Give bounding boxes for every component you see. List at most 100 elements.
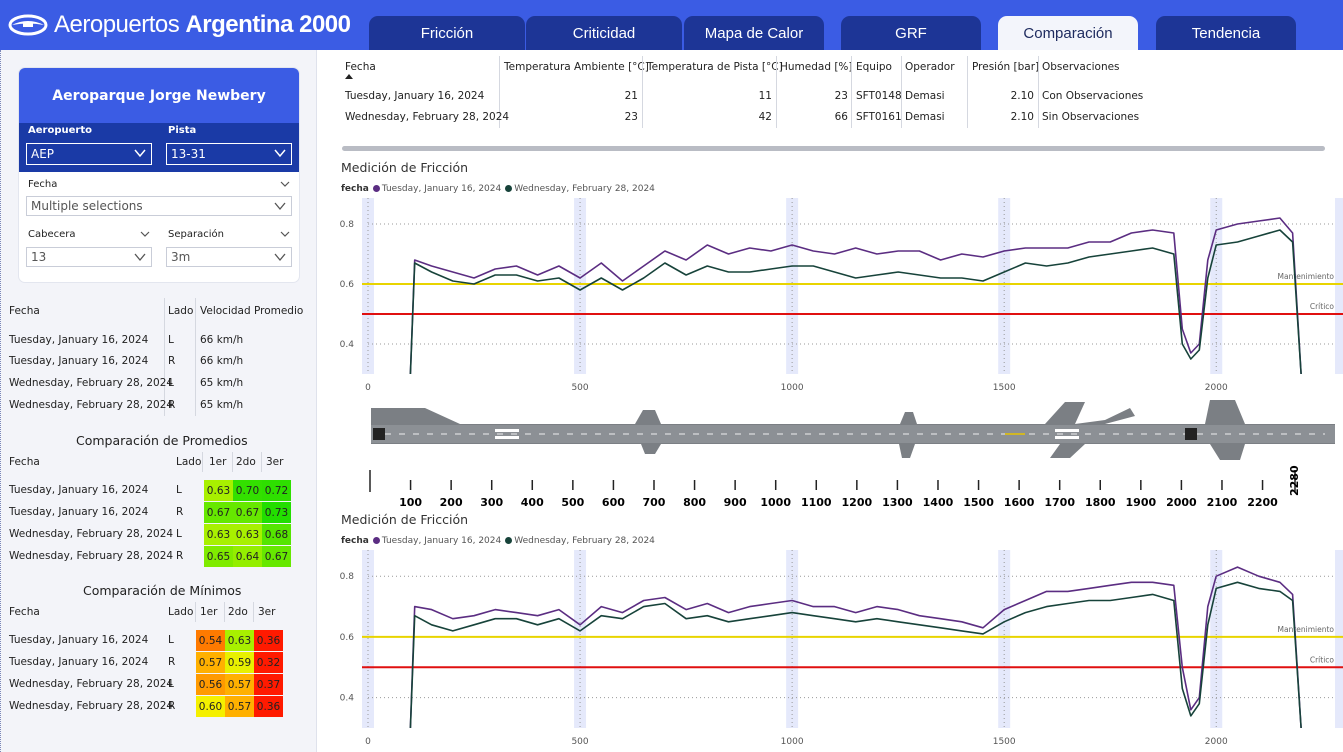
x-tick-label: 1500 — [993, 383, 1016, 393]
x-tick-label: 2000 — [1205, 737, 1228, 747]
cell-temp-pista: 11 — [758, 90, 772, 102]
cell-fecha: Wednesday, February 28, 2024 — [9, 678, 174, 690]
chevron-down-icon — [134, 149, 146, 158]
ruler-label: 1800 — [1085, 496, 1116, 509]
logo-text-bold: Argentina 2000 — [185, 11, 351, 38]
chart1-legend: fecha Tuesday, January 16, 2024 Wednesday,… — [341, 184, 655, 194]
heat-cell: 0.65 — [204, 546, 233, 567]
heat-cell: 0.67 — [204, 502, 233, 523]
cell-observaciones: Sin Observaciones — [1042, 111, 1140, 123]
logo-text-light: Aeropuertos — [54, 11, 180, 38]
col-humedad: Humedad [%] — [780, 61, 853, 73]
cell-lado: R — [176, 506, 184, 518]
y-tick-label: 0.8 — [340, 572, 355, 582]
cell-fecha: Tuesday, January 16, 2024 — [9, 484, 149, 496]
y-tick-label: 0.8 — [340, 220, 355, 230]
chart2-legend: fecha Tuesday, January 16, 2024 Wednesday,… — [341, 536, 655, 546]
ruler-label: 2000 — [1166, 496, 1197, 509]
legend-series-1: Tuesday, January 16, 2024 — [381, 536, 502, 546]
sort-ascending-icon[interactable] — [345, 74, 353, 79]
legend-dot — [372, 537, 380, 544]
ruler-label: 1900 — [1126, 496, 1157, 509]
filter-panel: Aeroparque Jorge Newbery Aeropuerto Pist… — [19, 68, 299, 282]
col-operador: Operador — [905, 61, 955, 73]
cell-fecha: Tuesday, January 16, 2024 — [9, 634, 149, 646]
horizontal-scrollbar[interactable] — [342, 146, 1325, 151]
tab-comparacion[interactable]: Comparación — [998, 16, 1138, 50]
ruler-label: 600 — [602, 496, 625, 509]
cell-equipo: SFT0161 — [856, 111, 902, 123]
col-3er: 3er — [258, 606, 276, 618]
tab-tendencia[interactable]: Tendencia — [1156, 16, 1296, 50]
col-lado: Lado — [168, 606, 194, 618]
ruler-label: 2200 — [1247, 496, 1278, 509]
friction-chart-1[interactable]: 0.4 0.6 0.8 0 500 1000 1500 2000 Mantenimiento Cr… — [335, 196, 1343, 398]
heat-cell: 0.70 — [233, 480, 262, 501]
separacion-select[interactable]: 3m — [166, 247, 292, 267]
chevron-down-icon[interactable] — [140, 230, 150, 238]
heat-cell: 0.57 — [196, 652, 225, 673]
cell-fecha: Tuesday, January 16, 2024 — [9, 334, 149, 346]
series-line — [409, 229, 1302, 375]
tab-criticidad[interactable]: Criticidad — [526, 16, 682, 50]
legend-dot — [505, 185, 513, 192]
cell-lado: L — [176, 484, 182, 496]
legend-title: fecha — [341, 184, 369, 194]
ruler-label: 1400 — [923, 496, 954, 509]
pista-label: Pista — [168, 125, 197, 136]
cabecera-select[interactable]: 13 — [26, 247, 152, 267]
y-tick-label: 0.6 — [340, 280, 355, 290]
promedios-title: Comparación de Promedios — [76, 433, 248, 448]
chevron-down-icon[interactable] — [280, 180, 290, 188]
fecha-select[interactable]: Multiple selections — [26, 196, 292, 216]
tab-label: Comparación — [1023, 24, 1113, 42]
col-equipo: Equipo — [856, 61, 892, 73]
cell-fecha: Wednesday, February 28, 2024 — [9, 399, 174, 411]
cell-humedad: 23 — [834, 90, 848, 102]
heat-cell: 0.59 — [225, 652, 254, 673]
chevron-down-icon[interactable] — [280, 230, 290, 238]
heat-cell: 0.68 — [262, 524, 291, 545]
y-tick-label: 0.4 — [340, 694, 355, 704]
ruler-label: 1100 — [801, 496, 832, 509]
ruler-label: 2100 — [1207, 496, 1238, 509]
cell-fecha: Wednesday, February 28, 2024 — [9, 528, 174, 540]
tab-label: GRF — [895, 24, 927, 42]
fecha-value: Multiple selections — [31, 199, 143, 213]
tab-mapa-de-calor[interactable]: Mapa de Calor — [684, 16, 824, 50]
pista-select[interactable]: 13-31 — [166, 143, 292, 165]
cell-equipo: SFT0148 — [856, 90, 902, 102]
ruler-label: 300 — [480, 496, 503, 509]
cell-presion: 2.10 — [1010, 90, 1034, 102]
col-fecha: Fecha — [345, 61, 376, 73]
tab-friccion[interactable]: Fricción — [369, 16, 525, 50]
ruler-label: 500 — [561, 496, 584, 509]
heat-cell: 0.56 — [196, 674, 225, 695]
cell-lado: R — [176, 550, 184, 562]
aeropuerto-value: AEP — [31, 147, 55, 161]
aeropuerto-select[interactable]: AEP — [26, 143, 152, 165]
cell-fecha: Tuesday, January 16, 2024 — [9, 506, 149, 518]
cell-humedad: 66 — [834, 111, 848, 123]
x-tick-label: 500 — [571, 737, 588, 747]
pista-value: 13-31 — [171, 147, 206, 161]
cell-velocidad: 66 km/h — [200, 334, 244, 346]
x-tick-label: 1000 — [781, 737, 804, 747]
chevron-down-icon — [274, 149, 286, 158]
ruler-label: 1000 — [760, 496, 791, 509]
tab-grf[interactable]: GRF — [841, 16, 981, 50]
ruler-label: 1600 — [1004, 496, 1035, 509]
friction-chart-2[interactable]: 0.4 0.6 0.8 0 500 1000 1500 2000 Mantenimiento Cr… — [335, 548, 1343, 752]
legend-title: fecha — [341, 536, 369, 546]
cell-lado: L — [168, 678, 174, 690]
heat-cell: 0.37 — [254, 674, 283, 695]
cabecera-value: 13 — [31, 250, 47, 264]
tick-band — [1335, 550, 1343, 728]
cell-temp-ambiente: 23 — [624, 111, 638, 123]
series-line — [409, 581, 1302, 729]
col-1er: 1er — [209, 456, 227, 468]
cell-fecha: Wednesday, February 28, 2024 — [9, 377, 174, 389]
heat-cell: 0.64 — [233, 546, 262, 567]
cell-lado: R — [168, 399, 176, 411]
cell-lado: R — [168, 700, 176, 712]
